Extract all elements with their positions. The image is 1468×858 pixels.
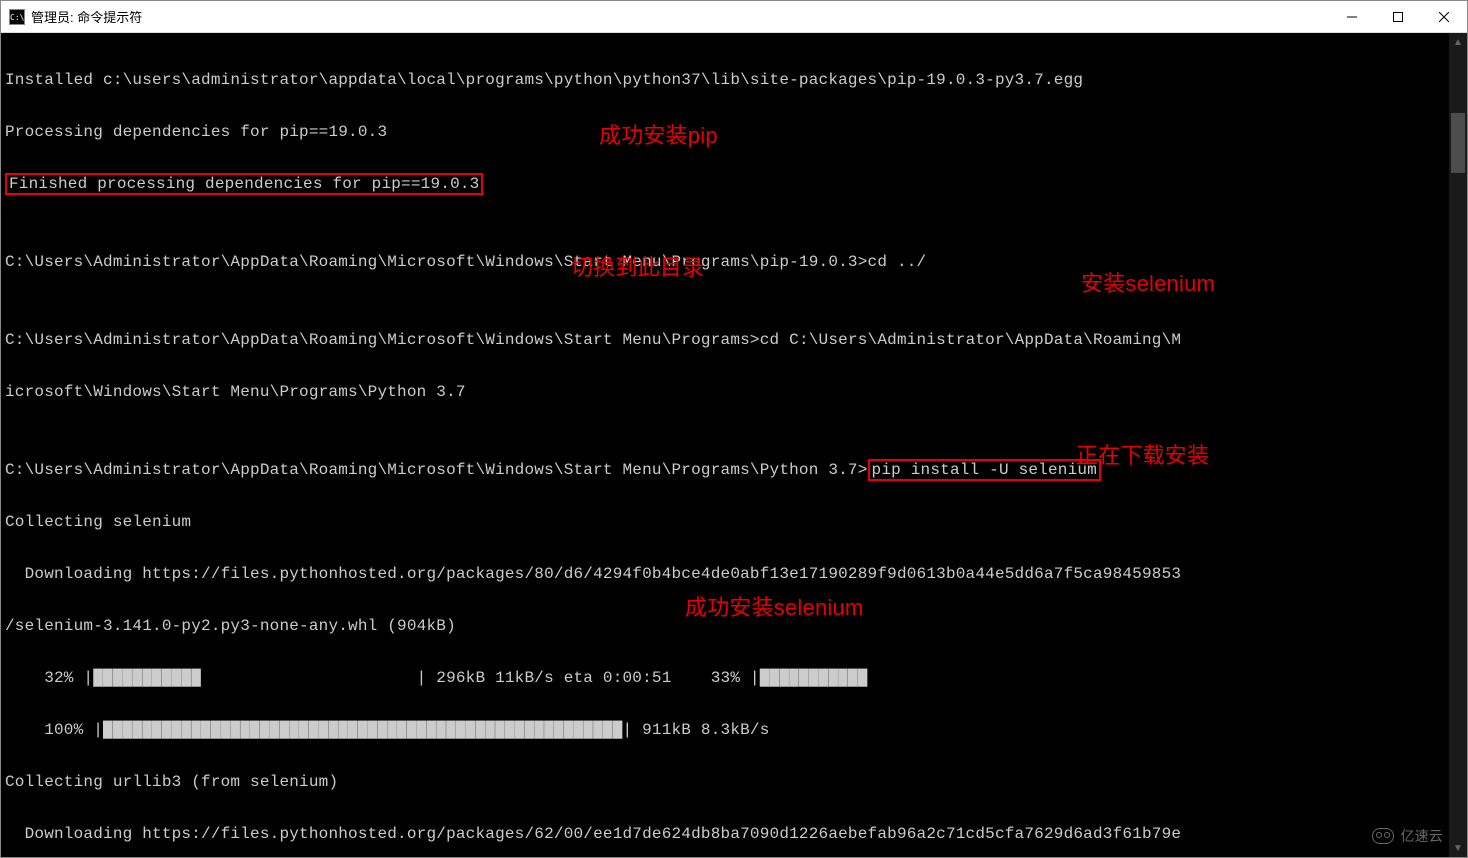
scroll-down-icon[interactable]: ▼ — [1449, 839, 1467, 857]
output-line: C:\Users\Administrator\AppData\Roaming\M… — [5, 327, 1463, 353]
output-line: /selenium-3.141.0-py2.py3-none-any.whl (… — [5, 613, 1463, 639]
terminal-output[interactable]: Installed c:\users\administrator\appdata… — [1, 33, 1467, 857]
highlight-pip-finished: Finished processing dependencies for pip… — [5, 173, 483, 195]
output-line: Finished processing dependencies for pip… — [5, 171, 1463, 197]
output-line: Downloading https://files.pythonhosted.o… — [5, 561, 1463, 587]
output-line: Processing dependencies for pip==19.0.3 — [5, 119, 1463, 145]
progress-bar-icon: ███████████ — [760, 669, 936, 687]
progress-bar-icon: ████████████████████████████████████████… — [103, 721, 622, 739]
minimize-button[interactable] — [1329, 1, 1375, 32]
progress-line: 100% |██████████████████████████████████… — [5, 717, 1463, 743]
progress-bar-icon: ███████████ — [93, 669, 416, 687]
command-cd-path: cd C:\Users\Administrator\AppData\Roamin… — [760, 331, 1181, 349]
close-button[interactable] — [1421, 1, 1467, 32]
watermark: 亿速云 — [1372, 823, 1443, 849]
watermark-text: 亿速云 — [1400, 823, 1443, 849]
cmd-window: C:\ 管理员: 命令提示符 Installed c:\users\admini… — [0, 0, 1468, 858]
output-line: C:\Users\Administrator\AppData\Roaming\M… — [5, 249, 1463, 275]
watermark-icon — [1372, 828, 1394, 844]
cmd-icon: C:\ — [9, 9, 25, 25]
vertical-scrollbar[interactable]: ▲ ▼ — [1449, 33, 1467, 857]
scroll-thumb[interactable] — [1451, 113, 1465, 173]
output-line: icrosoft\Windows\Start Menu\Programs\Pyt… — [5, 379, 1463, 405]
output-line: C:\Users\Administrator\AppData\Roaming\M… — [5, 457, 1463, 483]
titlebar[interactable]: C:\ 管理员: 命令提示符 — [1, 1, 1467, 33]
maximize-button[interactable] — [1375, 1, 1421, 32]
window-title: 管理员: 命令提示符 — [31, 7, 142, 26]
progress-line: 32% |███████████ | 296kB 11kB/s eta 0:00… — [5, 665, 1463, 691]
scroll-up-icon[interactable]: ▲ — [1449, 33, 1467, 51]
highlight-pip-install: pip install -U selenium — [868, 459, 1101, 481]
command-cd-up: cd ../ — [868, 253, 927, 271]
output-line: Installed c:\users\administrator\appdata… — [5, 67, 1463, 93]
annotation-install-selenium: 安装selenium — [1081, 271, 1215, 297]
window-controls — [1329, 1, 1467, 32]
output-line: Collecting urllib3 (from selenium) — [5, 769, 1463, 795]
output-line: Collecting selenium — [5, 509, 1463, 535]
output-line: Downloading https://files.pythonhosted.o… — [5, 821, 1463, 847]
